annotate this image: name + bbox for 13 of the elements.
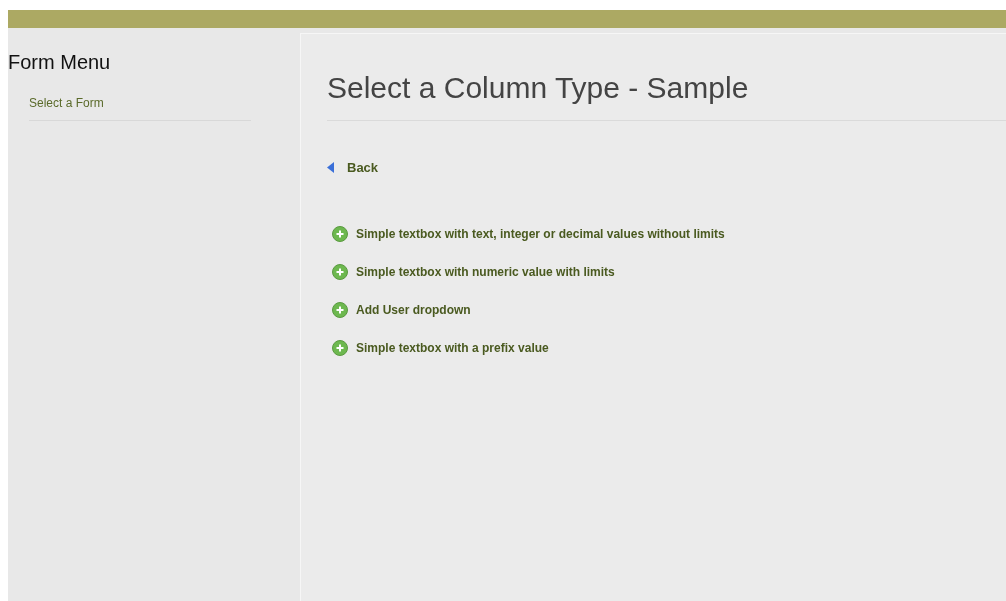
add-option-link[interactable]: Simple textbox with a prefix value <box>332 338 549 357</box>
sidebar-link[interactable]: Select a Form <box>29 94 104 112</box>
add-option-link[interactable]: Simple textbox with numeric value with limits <box>332 262 615 281</box>
plus-circle-icon <box>332 225 348 242</box>
plus-circle-icon <box>332 301 348 318</box>
add-option-link[interactable]: Simple textbox with text, integer or decimal values without limits <box>332 224 725 243</box>
plus-circle-icon <box>332 263 348 280</box>
back-arrow-icon <box>327 162 334 174</box>
sidebar-title: Form Menu <box>8 50 111 74</box>
plus-circle-icon <box>332 339 348 356</box>
page-title: Select a Column Type - Sample <box>327 70 749 106</box>
add-option-link[interactable]: Add User dropdown <box>332 300 471 319</box>
back-link[interactable]: Back <box>327 158 379 178</box>
